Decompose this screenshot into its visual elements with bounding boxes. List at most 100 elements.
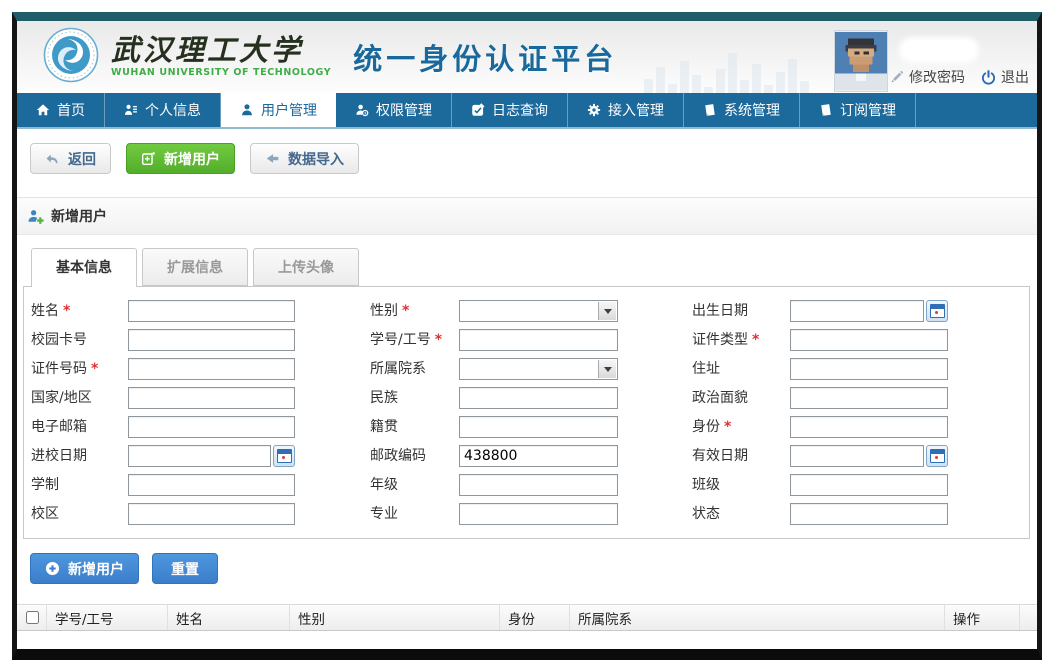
field-label-status: 状态	[618, 503, 790, 525]
logout-link[interactable]: 退出	[981, 67, 1029, 87]
label-text: 校园卡号	[31, 332, 87, 348]
campus-card-no-input[interactable]	[128, 329, 295, 351]
nav-item-label: 用户管理	[261, 100, 317, 120]
label-text: 政治面貌	[692, 390, 748, 406]
id-type-input[interactable]	[790, 329, 948, 351]
student-id-input[interactable]	[459, 329, 618, 351]
table-header-filler	[1020, 605, 1037, 630]
required-asterisk: *	[63, 303, 70, 319]
class-input[interactable]	[790, 474, 948, 496]
back-button[interactable]: 返回	[30, 143, 111, 174]
field-label-class: 班级	[618, 474, 790, 496]
dropdown-arrow-icon[interactable]	[598, 360, 616, 378]
label-text: 住址	[692, 361, 720, 377]
calendar-icon[interactable]	[926, 300, 948, 322]
nav-item-label: 权限管理	[376, 100, 432, 120]
tab-basic-info[interactable]: 基本信息	[31, 248, 137, 287]
nav-item-label: 接入管理	[608, 100, 664, 120]
field-cell-major	[459, 503, 618, 525]
valid-date-input[interactable]	[790, 445, 924, 467]
nav-item-access-management[interactable]: 接入管理	[568, 93, 684, 127]
identity-input[interactable]	[790, 416, 948, 438]
field-cell-grade	[459, 474, 618, 496]
field-cell-name	[128, 300, 295, 322]
grade-input[interactable]	[459, 474, 618, 496]
field-label-email: 电子邮箱	[24, 416, 128, 438]
add-user-toolbar-label: 新增用户	[164, 149, 220, 169]
person-list-icon	[124, 103, 138, 117]
country-region-input[interactable]	[128, 387, 295, 409]
label-text: 邮政编码	[370, 448, 426, 464]
birth-date-input[interactable]	[790, 300, 924, 322]
change-password-link[interactable]: 修改密码	[890, 67, 965, 87]
permission-icon	[355, 103, 369, 117]
label-text: 国家/地区	[31, 390, 92, 406]
field-label-country-region: 国家/地区	[24, 387, 128, 409]
add-user-toolbar-button[interactable]: 新增用户	[126, 143, 235, 174]
native-place-input[interactable]	[459, 416, 618, 438]
university-name-en: WUHAN UNIVERSITY OF TECHNOLOGY	[111, 67, 331, 78]
platform-title: 统一身份认证平台	[353, 32, 617, 78]
email-input[interactable]	[128, 416, 295, 438]
logout-label: 退出	[1001, 67, 1029, 87]
skyline-decoration	[644, 53, 809, 93]
calendar-icon[interactable]	[926, 445, 948, 467]
label-text: 性别	[370, 303, 398, 319]
results-table-header: 学号/工号姓名性别身份所属院系操作	[17, 604, 1037, 631]
data-import-button[interactable]: 数据导入	[250, 143, 359, 174]
schooling-length-input[interactable]	[128, 474, 295, 496]
redacted-username	[899, 37, 979, 63]
field-cell-student-id	[459, 329, 618, 351]
basic-info-form: 姓名*性别*出生日期校园卡号学号/工号*证件类型*证件号码*所属院系住址国家/地…	[23, 286, 1030, 539]
nav-item-system-management[interactable]: 系统管理	[684, 93, 800, 127]
entry-date-input[interactable]	[128, 445, 271, 467]
nav-item-log-query[interactable]: 日志查询	[452, 93, 568, 127]
campus-input[interactable]	[128, 503, 295, 525]
main-nav: 首页个人信息 用户管理 权限管理日志查询 接入管理 系统管理 订阅管理	[17, 93, 1037, 129]
required-asterisk: *	[752, 332, 759, 348]
nav-item-permission-management[interactable]: 权限管理	[336, 93, 452, 127]
submit-add-user-button[interactable]: 新增用户	[30, 553, 139, 584]
select-all-checkbox[interactable]	[26, 611, 39, 624]
gender-select[interactable]	[459, 300, 618, 322]
select-all-cell	[17, 605, 47, 630]
field-label-political-status: 政治面貌	[618, 387, 790, 409]
nav-item-personal-info[interactable]: 个人信息	[105, 93, 221, 127]
id-number-input[interactable]	[128, 358, 295, 380]
nav-item-home[interactable]: 首页	[17, 93, 105, 127]
name-input[interactable]	[128, 300, 295, 322]
log-check-icon	[471, 103, 485, 117]
nav-item-label: 订阅管理	[840, 100, 896, 120]
label-text: 专业	[370, 506, 398, 522]
address-input[interactable]	[790, 358, 948, 380]
field-label-gender: 性别*	[295, 300, 459, 322]
dropdown-arrow-icon[interactable]	[598, 302, 616, 320]
field-cell-native-place	[459, 416, 618, 438]
table-header-department: 所属院系	[570, 605, 945, 630]
label-text: 民族	[370, 390, 398, 406]
major-input[interactable]	[459, 503, 618, 525]
change-password-label: 修改密码	[909, 67, 965, 87]
status-input[interactable]	[790, 503, 948, 525]
field-cell-birth-date	[790, 300, 948, 322]
required-asterisk: *	[402, 303, 409, 319]
political-status-input[interactable]	[790, 387, 948, 409]
tab-extended-info[interactable]: 扩展信息	[142, 248, 248, 286]
label-text: 电子邮箱	[31, 419, 87, 435]
university-name-cn: 武汉理工大学	[111, 33, 331, 67]
nav-item-user-management[interactable]: 用户管理	[221, 93, 336, 127]
label-text: 班级	[692, 477, 720, 493]
nav-item-label: 系统管理	[724, 100, 780, 120]
nav-item-subscription-management[interactable]: 订阅管理	[800, 93, 916, 127]
app-window: 武汉理工大学 WUHAN UNIVERSITY OF TECHNOLOGY 统一…	[12, 12, 1042, 660]
department-select[interactable]	[459, 358, 618, 380]
required-asterisk: *	[435, 332, 442, 348]
calendar-icon[interactable]	[273, 445, 295, 467]
toolbar: 返回 新增用户 数据导入	[17, 129, 1037, 197]
field-label-major: 专业	[295, 503, 459, 525]
reset-button[interactable]: 重置	[152, 553, 218, 584]
tab-upload-avatar[interactable]: 上传头像	[253, 248, 359, 286]
ethnicity-input[interactable]	[459, 387, 618, 409]
field-label-valid-date: 有效日期	[618, 445, 790, 467]
postal-code-input[interactable]	[459, 445, 618, 467]
